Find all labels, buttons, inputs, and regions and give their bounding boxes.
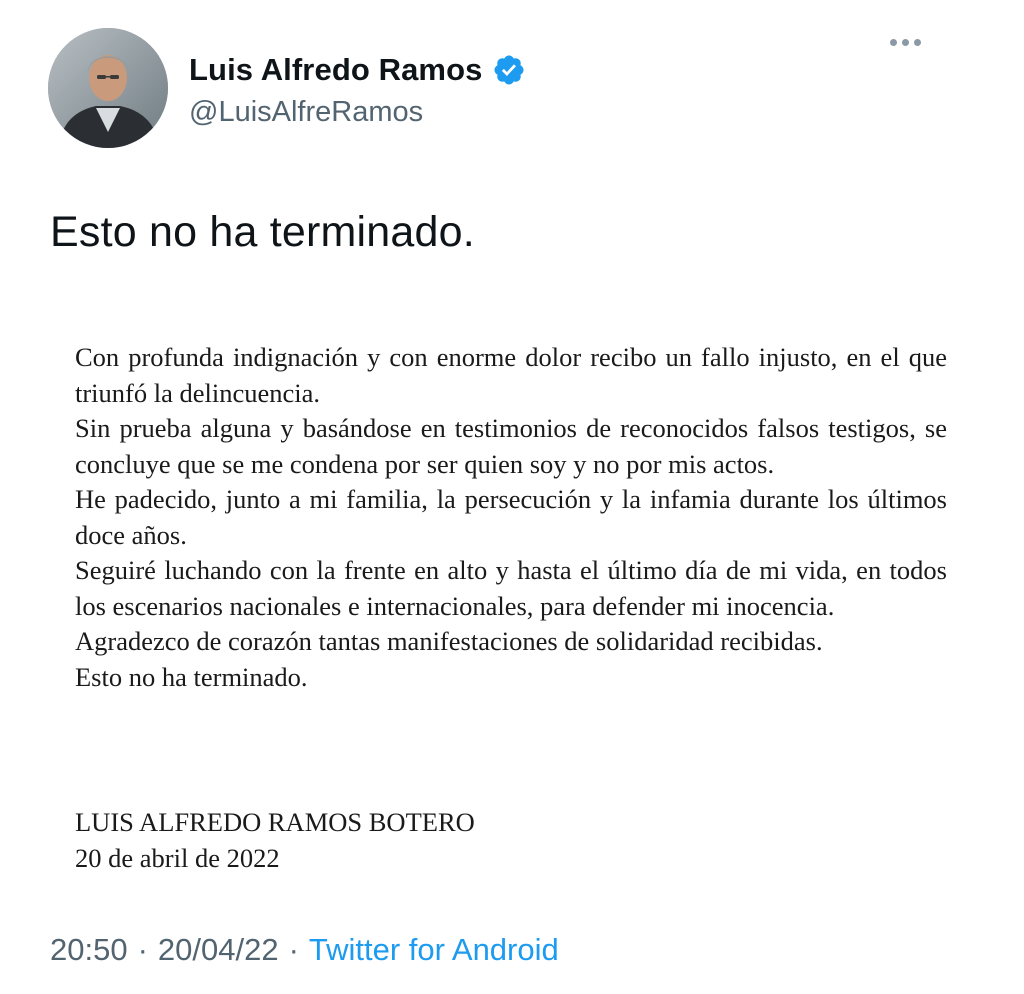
statement-signature: LUIS ALFREDO RAMOS BOTERO 20 de abril de… xyxy=(75,804,475,876)
author-display-name[interactable]: Luis Alfredo Ramos xyxy=(189,52,482,88)
more-dot-icon xyxy=(889,38,897,46)
statement-paragraph: Agradezco de corazón tantas manifestacio… xyxy=(75,626,823,656)
tweet: Luis Alfredo Ramos @LuisAlfreRamos Esto … xyxy=(0,0,1024,994)
tweet-time[interactable]: 20:50 xyxy=(50,932,128,968)
statement-paragraph: Seguiré luchando con la frente en alto y… xyxy=(75,555,947,621)
meta-separator: · xyxy=(137,932,148,967)
meta-separator: · xyxy=(288,932,299,967)
avatar[interactable] xyxy=(48,28,168,148)
statement-body: Con profunda indignación y con enorme do… xyxy=(75,340,947,695)
more-options-button[interactable] xyxy=(880,28,930,56)
tweet-source-link[interactable]: Twitter for Android xyxy=(309,932,559,968)
signature-date: 20 de abril de 2022 xyxy=(75,843,280,873)
more-dot-icon xyxy=(913,38,921,46)
author-name-row: Luis Alfredo Ramos xyxy=(189,50,526,90)
statement-paragraph: Esto no ha terminado. xyxy=(75,661,308,692)
more-dot-icon xyxy=(901,38,909,46)
statement-paragraph: He padecido, junto a mi familia, la pers… xyxy=(75,484,947,550)
statement-paragraph: Sin prueba alguna y basándose en testimo… xyxy=(75,413,947,479)
attached-statement-image[interactable]: Con profunda indignación y con enorme do… xyxy=(48,310,978,910)
tweet-metadata: 20:50 · 20/04/22 · Twitter for Android xyxy=(50,932,559,968)
signature-name: LUIS ALFREDO RAMOS BOTERO xyxy=(75,807,475,837)
tweet-header: Luis Alfredo Ramos @LuisAlfreRamos xyxy=(48,28,978,150)
verified-badge-icon xyxy=(492,53,526,87)
tweet-text: Esto no ha terminado. xyxy=(50,208,475,256)
statement-paragraph: Con profunda indignación y con enorme do… xyxy=(75,342,947,408)
author-handle[interactable]: @LuisAlfreRamos xyxy=(189,96,423,129)
tweet-date[interactable]: 20/04/22 xyxy=(158,932,279,968)
avatar-photo-icon xyxy=(48,28,168,148)
